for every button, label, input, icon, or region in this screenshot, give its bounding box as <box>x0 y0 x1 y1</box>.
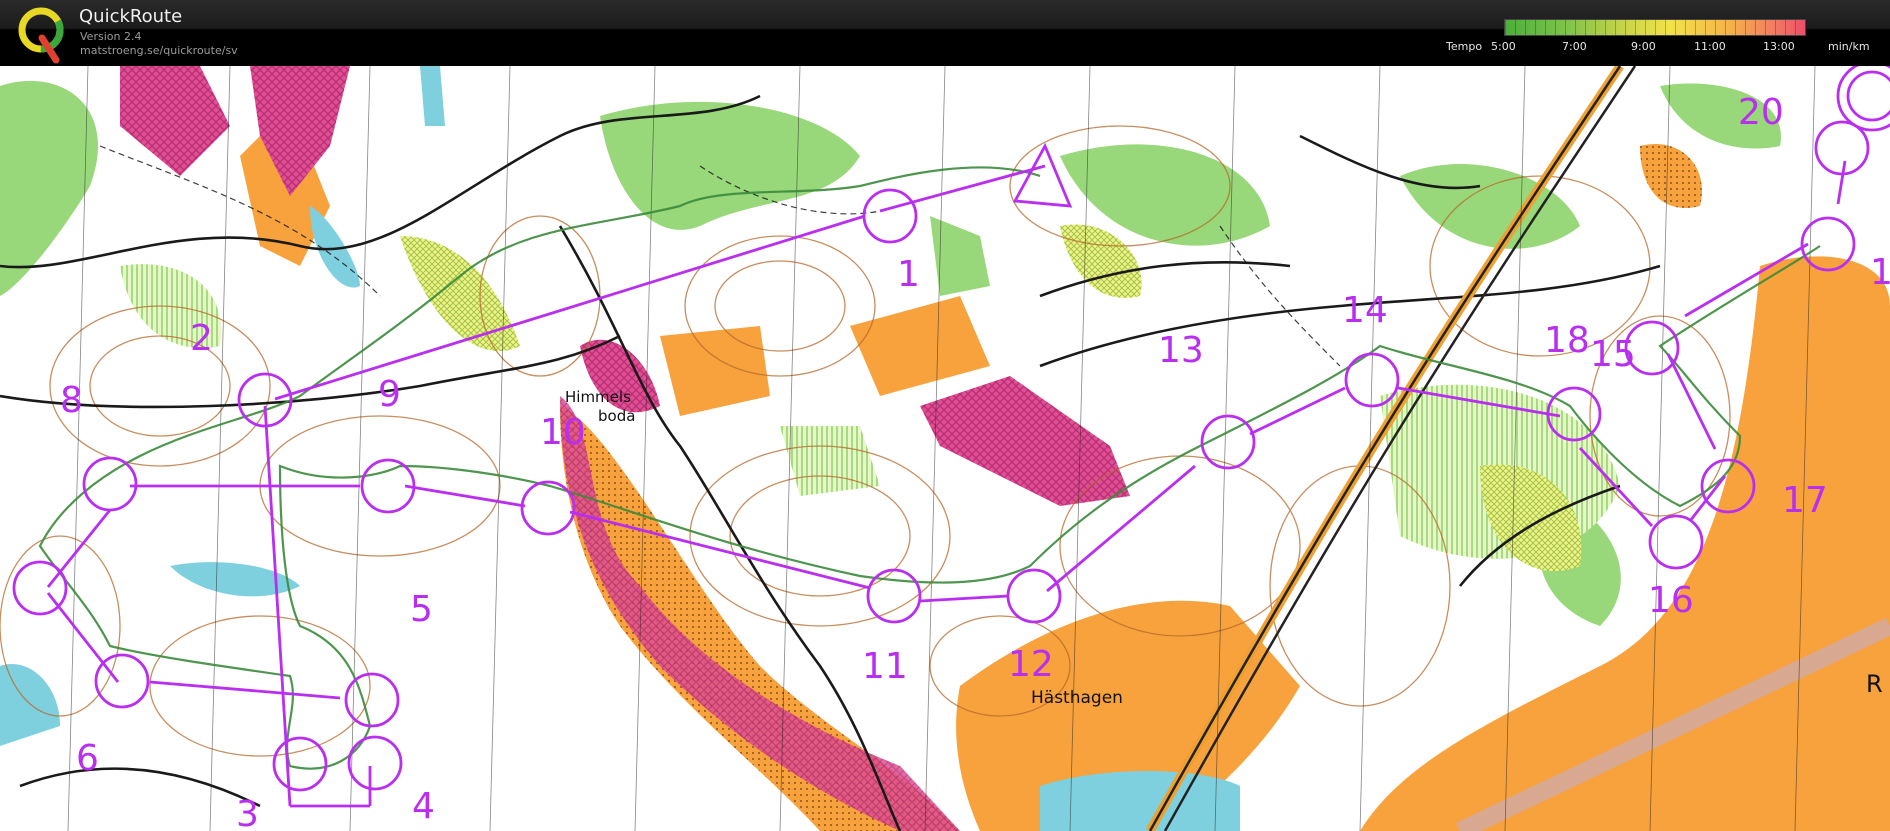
app-url-link[interactable]: matstroeng.se/quickroute/sv <box>80 44 238 57</box>
place-name: boda <box>598 407 635 425</box>
control-number: 8 <box>60 380 83 421</box>
control-number: 12 <box>1008 644 1054 685</box>
control-number: 14 <box>1342 290 1388 331</box>
control-circle-8 <box>82 456 138 512</box>
control-number: 1 <box>1870 252 1890 293</box>
control-number: 6 <box>76 738 99 779</box>
control-number: 16 <box>1648 580 1694 621</box>
tempo-unit: min/km <box>1828 40 1870 53</box>
control-circle-12 <box>1006 568 1062 624</box>
place-name: R <box>1866 670 1883 698</box>
tempo-tick: 13:00 <box>1763 40 1795 53</box>
tempo-tick: 9:00 <box>1631 40 1656 53</box>
control-number: 17 <box>1782 480 1828 521</box>
app-version: Version 2.4 <box>80 30 142 43</box>
quickroute-logo-icon <box>18 7 64 64</box>
tempo-tick: 5:00 <box>1491 40 1516 53</box>
control-circle-3 <box>272 736 328 792</box>
place-name: Hästhagen <box>1031 688 1123 708</box>
control-circle-10 <box>520 480 576 536</box>
control-number: 2 <box>190 318 213 359</box>
control-number: 18 <box>1544 320 1590 361</box>
place-name: Himmels <box>565 388 631 406</box>
app-title: QuickRoute <box>79 6 183 27</box>
control-number: 10 <box>540 412 586 453</box>
control-number: 9 <box>378 374 401 415</box>
control-number: 11 <box>862 646 908 687</box>
control-circle-1 <box>862 188 918 244</box>
control-circle-6 <box>94 653 150 709</box>
tempo-color-scale <box>1504 19 1806 36</box>
control-circle-11 <box>866 568 922 624</box>
finish-circle-inner <box>1846 70 1890 122</box>
control-number: 1 <box>897 254 920 295</box>
control-number: 15 <box>1590 334 1636 375</box>
start-triangle <box>1012 142 1073 208</box>
control-number: 3 <box>236 794 259 831</box>
tempo-label: Tempo <box>1446 40 1483 53</box>
control-number: 5 <box>410 589 433 630</box>
control-number: 13 <box>1158 330 1204 371</box>
tempo-tick: 11:00 <box>1694 40 1726 53</box>
control-circle-4 <box>347 735 403 791</box>
title-bar: QuickRoute Version 2.4 matstroeng.se/qui… <box>0 0 1890 66</box>
map-canvas[interactable]: 1 2 3 4 5 6 8 9 10 11 12 13 14 15 16 17 … <box>0 66 1890 831</box>
tempo-tick: 7:00 <box>1562 40 1587 53</box>
orienteering-map[interactable]: 1 2 3 4 5 6 8 9 10 11 12 13 14 15 16 17 … <box>0 66 1890 831</box>
control-circle-20 <box>1814 120 1870 176</box>
control-number: 20 <box>1738 92 1784 133</box>
control-circle-7 <box>12 560 68 616</box>
control-number: 4 <box>412 786 435 827</box>
